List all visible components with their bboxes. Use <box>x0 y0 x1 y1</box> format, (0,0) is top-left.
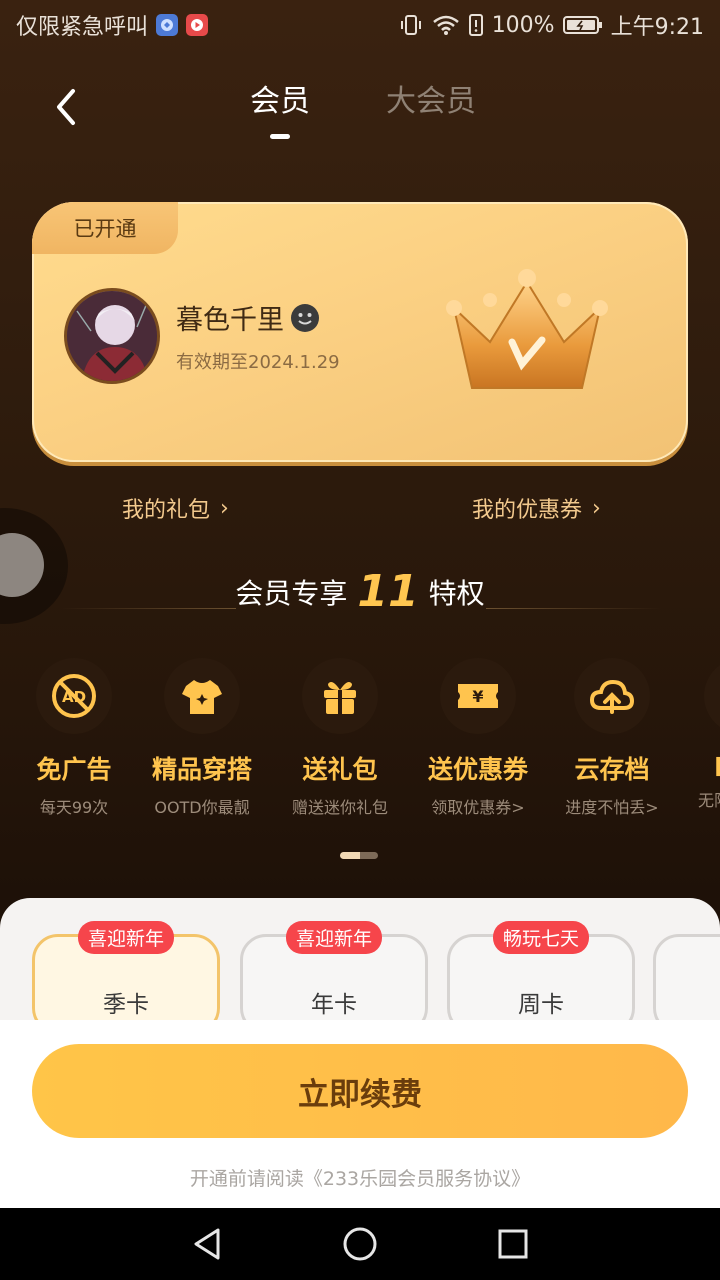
plan-promo-tag: 畅玩七天 <box>492 921 590 954</box>
privilege-title: 送礼包 <box>302 755 378 784</box>
video-app-icon <box>186 14 209 36</box>
gift-icon <box>324 682 356 714</box>
nav-back-icon <box>194 1228 220 1260</box>
nav-home-button[interactable] <box>330 1214 390 1274</box>
member-card: 已开通 暮色千里 有效期至2024.1.29 <box>32 202 688 462</box>
chevron-right-icon: › <box>220 495 229 521</box>
privileges-heading-suffix: 特权 <box>428 576 485 610</box>
privilege-subtitle: OOTD你最靓 <box>154 798 250 817</box>
cloud-upload-icon <box>589 679 635 714</box>
avatar[interactable] <box>64 288 160 384</box>
status-left: 仅限紧急呼叫 <box>16 9 209 41</box>
crown-icon <box>446 269 608 389</box>
chevron-right-icon: › <box>592 495 601 521</box>
my-gift-label: 我的礼包 <box>122 498 211 523</box>
no-ad-icon: AD <box>52 674 96 718</box>
plan-weekly[interactable]: 畅玩七天 周卡 <box>447 921 635 1034</box>
vibrate-icon <box>398 13 424 37</box>
system-nav-bar <box>0 1208 720 1280</box>
tab-member-label: 会员 <box>250 84 310 119</box>
app-notification-icon <box>156 14 179 36</box>
plan-quarterly[interactable]: 喜迎新年 季卡 <box>32 921 220 1034</box>
user-name: 暮色千里 <box>176 305 284 336</box>
privilege-icon-container: AD <box>36 658 112 734</box>
nav-recents-icon <box>498 1229 528 1259</box>
privileges-heading-prefix: 会员专享 <box>235 576 348 610</box>
privilege-cloud-save[interactable]: 云存档 进度不怕丢> <box>542 658 682 818</box>
battery-icon <box>562 15 603 35</box>
privilege-title: 送优惠券 <box>427 755 528 784</box>
service-agreement-link[interactable]: 开通前请阅读《233乐园会员服务协议》 <box>0 1164 720 1191</box>
pager-active-segment <box>340 852 360 859</box>
tshirt-icon <box>182 680 222 714</box>
my-coupon-label: 我的优惠券 <box>472 498 583 523</box>
battery-percent: 100% <box>491 12 555 38</box>
purchase-sheet: 喜迎新年 季卡 喜迎新年 年卡 畅玩七天 周卡 立即续费 开通前请阅读《233乐… <box>0 898 720 1208</box>
avatar-image <box>67 291 157 381</box>
privilege-subtitle: 无限 <box>698 791 720 810</box>
privilege-gift[interactable]: 送礼包 赠送迷你礼包 <box>270 658 410 818</box>
tab-member[interactable]: 会员 <box>250 76 310 139</box>
svg-text:¥: ¥ <box>472 687 483 706</box>
tab-premium-member[interactable]: 大会员 <box>386 76 476 136</box>
privilege-outfits[interactable]: 精品穿搭 OOTD你最靓 <box>132 658 272 818</box>
wifi-icon <box>432 14 460 36</box>
plan-more[interactable] <box>653 934 720 1034</box>
tab-premium-member-label: 大会员 <box>386 84 476 119</box>
nav-recents-button[interactable] <box>483 1214 543 1274</box>
privilege-title: 免广告 <box>36 755 112 784</box>
privilege-title: 精品穿搭 <box>151 755 252 784</box>
tab-indicator <box>270 134 290 139</box>
privilege-icon-container <box>302 658 378 734</box>
membership-screen: 仅限紧急呼叫 100% 上午9:21 会员 大会员 已开通 暮色千里 有效期至2… <box>0 0 720 1280</box>
plan-yearly[interactable]: 喜迎新年 年卡 <box>240 921 428 1034</box>
privilege-icon-container <box>704 658 720 734</box>
back-arrow-icon <box>57 89 75 125</box>
privilege-subtitle: 每天99次 <box>39 798 109 817</box>
privileges-count: 11 <box>357 566 419 617</box>
smiley-icon <box>290 303 320 333</box>
privilege-subtitle: 领取优惠券> <box>431 798 525 817</box>
privilege-icon-container <box>574 658 650 734</box>
nav-back-button[interactable] <box>177 1214 237 1274</box>
status-right: 100% 上午9:21 <box>398 9 704 41</box>
privilege-partial[interactable]: ▮ 无限 <box>680 658 720 811</box>
privilege-title: 云存档 <box>574 755 650 784</box>
privilege-icon-container: ¥ <box>440 658 516 734</box>
privilege-title: ▮ <box>714 750 720 779</box>
carrier-text: 仅限紧急呼叫 <box>16 15 149 40</box>
privilege-no-ads[interactable]: AD 免广告 每天99次 <box>4 658 144 818</box>
status-bar: 仅限紧急呼叫 100% 上午9:21 <box>0 0 720 50</box>
user-name-row: 暮色千里 <box>176 298 320 337</box>
renew-button[interactable]: 立即续费 <box>32 1044 688 1138</box>
membership-tabs: 会员 大会员 <box>250 76 476 139</box>
back-button[interactable] <box>40 82 90 132</box>
pager-inactive-segment <box>360 852 378 859</box>
privileges-heading: 会员专享 11 特权 <box>0 566 720 617</box>
sim-alert-icon <box>468 14 484 36</box>
my-coupon-link[interactable]: 我的优惠券 › <box>472 492 601 524</box>
privilege-coupon[interactable]: ¥ 送优惠券 领取优惠券> <box>408 658 548 818</box>
status-badge: 已开通 <box>32 202 178 254</box>
validity-date: 有效期至2024.1.29 <box>176 352 340 373</box>
nav-home-icon <box>343 1227 377 1261</box>
privilege-icon-container <box>164 658 240 734</box>
privileges-pager <box>340 852 378 859</box>
coupon-icon: ¥ <box>458 684 498 708</box>
privilege-subtitle: 进度不怕丢> <box>565 798 659 817</box>
privilege-subtitle: 赠送迷你礼包 <box>291 798 388 817</box>
my-gift-link[interactable]: 我的礼包 › <box>122 492 229 524</box>
plan-promo-tag: 喜迎新年 <box>285 921 383 954</box>
clock: 上午9:21 <box>610 15 704 40</box>
plan-promo-tag: 喜迎新年 <box>77 921 175 954</box>
